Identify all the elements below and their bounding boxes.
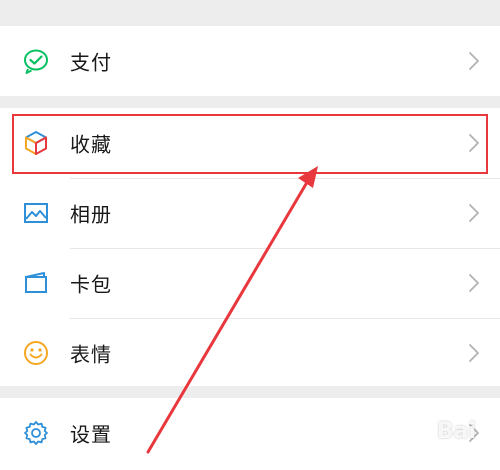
menu-item-pay[interactable]: 支付 — [0, 26, 500, 96]
menu-item-pay-label: 支付 — [70, 50, 112, 75]
gear-icon — [24, 421, 48, 445]
album-icon — [24, 203, 48, 223]
chevron-right-icon — [469, 274, 479, 292]
menu-item-cards[interactable]: 卡包 — [0, 248, 500, 318]
menu-item-album[interactable]: 相册 — [0, 178, 500, 248]
menu-item-cards-label: 卡包 — [70, 272, 112, 297]
chevron-right-icon — [469, 134, 479, 152]
menu-item-favorites[interactable]: 收藏 — [0, 108, 500, 178]
features-group: 收藏 相册 卡包 表情 — [0, 108, 500, 386]
menu-item-settings[interactable]: 设置 — [0, 398, 500, 468]
menu-item-favorites-label: 收藏 — [70, 132, 112, 157]
chevron-right-icon — [469, 344, 479, 362]
chevron-right-icon — [469, 52, 479, 70]
menu-item-stickers[interactable]: 表情 — [0, 318, 500, 388]
smiley-face-icon — [24, 341, 48, 365]
card-wallet-icon — [25, 272, 47, 293]
chevron-right-icon — [469, 424, 479, 442]
menu-item-stickers-label: 表情 — [70, 342, 112, 367]
wechat-pay-icon — [24, 49, 48, 74]
wechat-me-menu-screen: 支付 收藏 相册 卡包 表情 设置 Bai — [0, 0, 500, 470]
settings-group: 设置 — [0, 398, 500, 470]
menu-item-album-label: 相册 — [70, 202, 112, 227]
favorites-cube-icon — [25, 131, 47, 155]
pay-group: 支付 — [0, 26, 500, 96]
menu-item-settings-label: 设置 — [70, 422, 112, 447]
chevron-right-icon — [469, 204, 479, 222]
